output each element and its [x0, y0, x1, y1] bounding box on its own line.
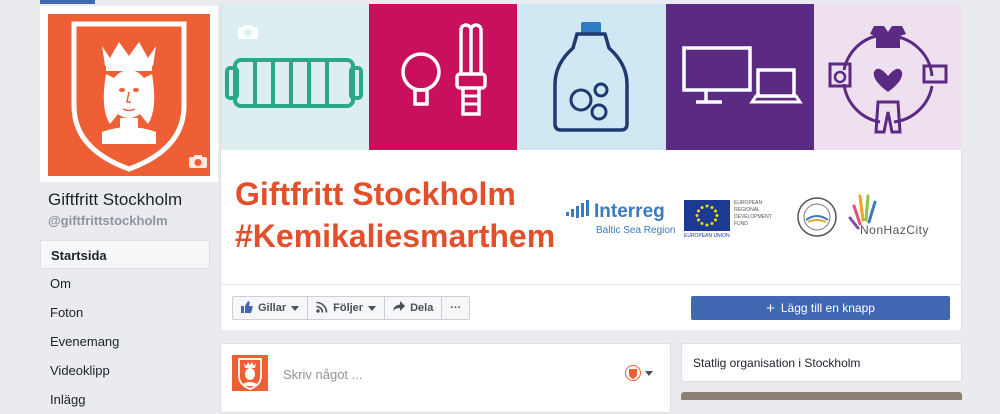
radiator-icon — [221, 4, 370, 150]
top-accent-bar — [40, 0, 95, 4]
nav-item-om[interactable]: Om — [40, 269, 210, 298]
more-options-button[interactable]: ··· — [441, 296, 471, 320]
page-category[interactable]: Statlig organisation i Stockholm — [693, 356, 860, 370]
post-as-selector[interactable] — [625, 365, 653, 381]
follow-label: Följer — [333, 302, 364, 314]
page-title[interactable]: Giftfritt Stockholm — [48, 190, 182, 210]
share-arrow-icon — [393, 301, 406, 315]
profile-picture[interactable] — [40, 6, 218, 182]
chevron-down-icon — [645, 370, 653, 376]
add-button-label: Lägg till en knapp — [780, 301, 875, 315]
recycle-cycle-icon — [813, 4, 962, 150]
cover-tiles — [221, 4, 962, 150]
lightbulb-icon — [369, 4, 518, 150]
more-dots-icon: ··· — [450, 302, 462, 314]
add-button-cta[interactable]: + Lägg till en knapp — [691, 296, 950, 320]
cover-title: Giftfritt Stockholm — [235, 176, 516, 212]
erdf-label: EUROPEAN REGIONAL DEVELOPMENT FUND — [734, 200, 772, 227]
chevron-down-icon — [368, 305, 377, 311]
nav-item-evenemang[interactable]: Evenemang — [40, 327, 210, 356]
camera-icon[interactable] — [188, 154, 208, 174]
plus-icon: + — [766, 299, 775, 317]
share-label: Dela — [410, 302, 434, 314]
share-button[interactable]: Dela — [384, 296, 443, 320]
like-button[interactable]: Gillar — [232, 296, 309, 320]
computer-screens-icon — [665, 4, 814, 150]
thumbs-up-icon — [241, 300, 253, 316]
page-action-bar: Gillar Följer Dela ··· + Lägg till en kn… — [221, 284, 961, 330]
rss-icon — [316, 301, 328, 316]
interreg-subtitle: Baltic Sea Region — [596, 225, 676, 236]
nav-item-foton[interactable]: Foton — [40, 298, 210, 327]
detergent-bottle-icon — [517, 4, 666, 150]
follow-button[interactable]: Följer — [307, 296, 386, 320]
chevron-down-icon — [291, 305, 300, 311]
cover-photo[interactable]: Giftfritt Stockholm #Kemikaliesmarthem I… — [220, 4, 962, 330]
post-composer: Skriv något ... — [220, 343, 671, 413]
coat-of-arms-logo — [48, 14, 210, 176]
like-label: Gillar — [258, 302, 287, 314]
partner-logos: Interreg Baltic Sea Region EUROPEAN UNIO… — [566, 192, 956, 242]
left-navigation: Startsida Om Foton Evenemang Videoklipp … — [40, 240, 210, 414]
nav-item-startsida[interactable]: Startsida — [40, 240, 210, 269]
cover-hashtag: #Kemikaliesmarthem — [235, 218, 556, 254]
interreg-name: Interreg — [594, 201, 665, 222]
interreg-logo-icon — [566, 200, 594, 225]
composer-input[interactable]: Skriv något ... — [283, 367, 362, 382]
eu-label: EUROPEAN UNION — [684, 233, 730, 239]
seal-logo-icon — [796, 196, 838, 243]
action-button-group: Gillar Följer Dela ··· — [232, 296, 471, 320]
page-category-card: Statlig organisation i Stockholm — [681, 343, 962, 382]
nonhazcity-label: NonHazCity — [860, 223, 930, 237]
page-username[interactable]: @giftfrittstockholm — [48, 213, 168, 228]
photo-preview[interactable] — [681, 392, 962, 400]
page-avatar-icon — [625, 365, 641, 381]
nav-item-videoklipp[interactable]: Videoklipp — [40, 356, 210, 385]
avatar — [232, 355, 268, 391]
eu-flag-icon — [684, 200, 730, 231]
